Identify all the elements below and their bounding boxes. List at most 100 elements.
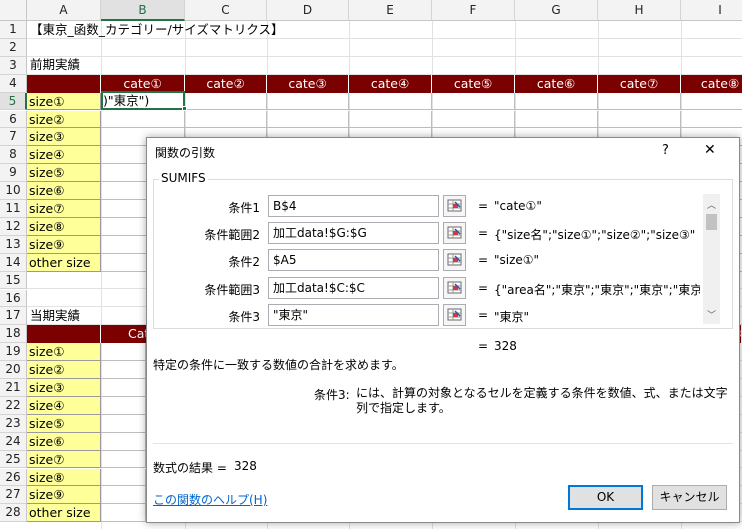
row-header-13[interactable]: 13 [0,235,27,254]
size-label-cell[interactable]: size④ [27,146,101,165]
data-cell[interactable] [267,110,349,129]
size-label-cell[interactable]: size③ [27,128,101,147]
row-header-22[interactable]: 22 [0,396,27,415]
cate-header-cell[interactable]: cate① [101,74,185,93]
row-header-24[interactable]: 24 [0,432,27,451]
range-select-icon[interactable] [443,222,466,245]
cate-header-cell[interactable]: cate③ [267,74,349,93]
range-select-icon[interactable] [443,249,466,272]
cate-header-blank-a4[interactable] [27,74,101,93]
ok-button[interactable]: OK [568,485,643,510]
data-cell[interactable] [101,432,146,451]
data-cell[interactable] [101,486,146,505]
row-header-23[interactable]: 23 [0,414,27,433]
arguments-scrollbar[interactable]: ︿ ﹀ [703,194,720,324]
argument-input[interactable]: 加工data!$C:$C [268,276,439,299]
size-label-cell[interactable]: size⑥ [27,432,101,451]
column-header-d[interactable]: D [267,0,349,21]
size-label-cell[interactable]: size⑤ [27,414,101,433]
data-cell[interactable] [349,110,432,129]
column-header-b[interactable]: B [101,0,185,21]
function-help-link[interactable]: この関数のヘルプ(H) [153,491,267,508]
scroll-thumb[interactable] [706,214,717,230]
data-cell[interactable] [185,92,267,111]
row-header-17[interactable]: 17 [0,307,27,326]
size-label-cell[interactable]: size⑨ [27,486,101,505]
previous-period-label[interactable]: 前期実績 [28,56,80,73]
column-header-g[interactable]: G [515,0,598,21]
row-header-14[interactable]: 14 [0,253,27,272]
size-label-cell[interactable]: size⑧ [27,468,101,487]
scroll-down-icon[interactable]: ﹀ [707,308,716,321]
argument-input[interactable]: "東京" [268,303,439,326]
data-cell[interactable] [101,361,146,379]
size-label-cell[interactable]: size② [27,110,101,129]
data-cell[interactable] [432,110,515,129]
range-select-icon[interactable] [443,195,466,217]
column-header-h[interactable]: H [598,0,681,21]
cate-header-cell[interactable]: cate⑦ [598,74,681,93]
row-header-1[interactable]: 1 [0,21,27,39]
row-header-2[interactable]: 2 [0,38,27,57]
data-cell[interactable] [515,110,598,129]
size-label-cell[interactable]: size⑤ [27,164,101,183]
row-header-19[interactable]: 19 [0,343,27,362]
data-cell[interactable] [101,379,146,397]
size-label-cell[interactable]: size⑦ [27,450,101,469]
row-header-8[interactable]: 8 [0,146,27,165]
column-header-e[interactable]: E [349,0,432,21]
argument-input[interactable]: $A5 [268,249,439,272]
sheet-title-cell[interactable]: 【東京_函数_カテゴリー/サイズマトリクス】 [28,21,283,38]
data-cell[interactable] [598,92,681,111]
cate-header-cell[interactable]: cate⑥ [515,74,598,93]
range-select-icon[interactable] [443,303,466,326]
data-cell[interactable] [515,92,598,111]
data-cell[interactable] [101,414,146,433]
active-cell-b5[interactable]: )"東京") [101,91,185,110]
data-cell[interactable] [349,92,432,111]
size-label-cell[interactable]: size④ [27,396,101,415]
column-header-c[interactable]: C [185,0,267,21]
column-header-a[interactable]: A [27,0,101,21]
row-header-9[interactable]: 9 [0,164,27,183]
range-select-icon[interactable] [443,276,466,299]
fill-handle[interactable] [182,106,187,111]
data-cell[interactable] [598,110,681,129]
close-icon[interactable]: ✕ [704,142,716,158]
row-header-7[interactable]: 7 [0,128,27,147]
cate-header-cell[interactable]: cate② [185,74,267,93]
row-header-25[interactable]: 25 [0,450,27,469]
data-cell[interactable] [101,450,146,469]
data-cell[interactable] [101,468,146,487]
data-cell[interactable] [681,93,742,111]
row-header-28[interactable]: 28 [0,504,27,523]
cate-header-blank-a18[interactable] [27,325,101,344]
argument-input[interactable]: 加工data!$G:$G [268,222,439,245]
data-cell[interactable] [432,92,515,111]
size-label-cell[interactable]: size② [27,361,101,379]
cate-header-cell[interactable]: cate④ [349,74,432,93]
row-header-21[interactable]: 21 [0,379,27,397]
size-label-cell[interactable]: size① [27,343,101,362]
column-header-i[interactable]: I [681,0,742,21]
size-label-cell[interactable]: size⑦ [27,200,101,218]
select-all-corner[interactable] [0,0,27,21]
row-header-18[interactable]: 18 [0,325,27,344]
argument-input[interactable]: B$4 [268,195,439,217]
size-label-cell[interactable]: size① [27,92,101,111]
row-header-12[interactable]: 12 [0,217,27,236]
size-label-cell[interactable]: size⑨ [27,235,101,254]
cancel-button[interactable]: キャンセル [652,485,727,510]
row-header-16[interactable]: 16 [0,289,27,308]
row-header-4[interactable]: 4 [0,74,27,93]
data-cell[interactable] [185,110,267,129]
size-label-cell[interactable]: size③ [27,379,101,397]
row-header-26[interactable]: 26 [0,468,27,487]
cate-header-cell[interactable]: cate⑧ [681,74,742,93]
row-header-15[interactable]: 15 [0,271,27,290]
row-header-6[interactable]: 6 [0,110,27,129]
row-header-27[interactable]: 27 [0,486,27,505]
data-cell[interactable] [101,396,146,415]
data-cell[interactable] [267,92,349,111]
help-button[interactable]: ? [662,143,669,158]
